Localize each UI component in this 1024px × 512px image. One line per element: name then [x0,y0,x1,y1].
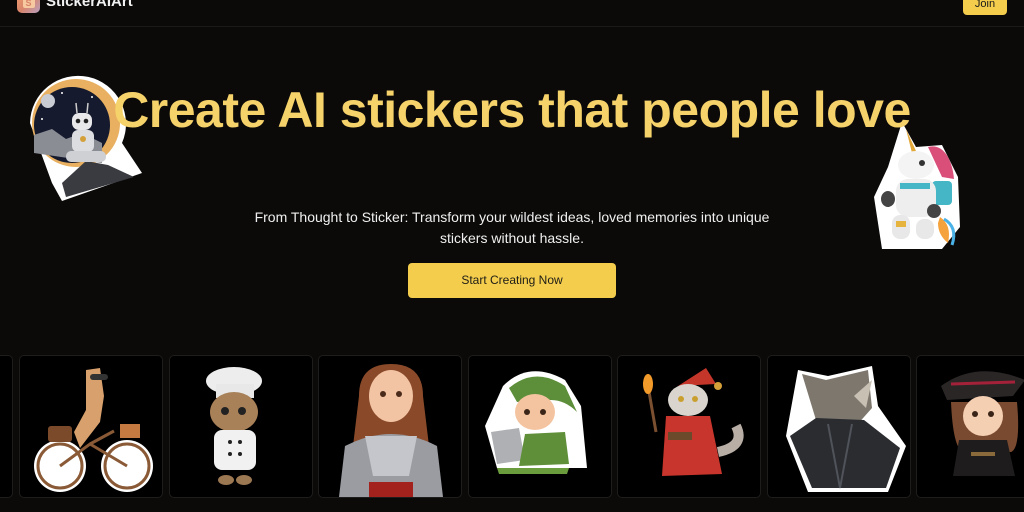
sticker-logo-icon[interactable]: S [17,0,40,13]
gallery-card[interactable] [0,355,13,498]
gallery-card-knight-woman[interactable] [318,355,462,498]
gallery-card-cat-wizard[interactable] [617,355,761,498]
hero-subtitle: From Thought to Sticker: Transform your … [254,209,770,246]
elf-laptop-sticker-icon [485,371,587,474]
gallery-card-llama[interactable] [19,355,163,498]
gallery-card-elf-laptop[interactable] [468,355,612,498]
sticker-gallery [0,355,1024,500]
gallery-card-rhino[interactable] [767,355,911,498]
brand-name[interactable]: StickerAIArt [46,0,133,10]
kitten-chef-sticker-icon [206,367,262,485]
witch-girl-sticker-icon [941,371,1024,476]
join-button[interactable]: Join [963,0,1007,15]
knight-woman-sticker-icon [339,364,443,497]
site-header: S StickerAIArt Join [0,0,1024,27]
hero-title: Create AI stickers that people love [113,82,911,138]
join-label: Join [974,0,996,10]
cat-wizard-sticker-icon [643,368,744,476]
logo-letter: S [22,0,35,8]
rhino-jacket-sticker-icon [786,366,906,492]
start-creating-button[interactable]: Start Creating Now [408,263,616,298]
gallery-card-witch[interactable] [916,355,1024,498]
gallery-card-kitten-chef[interactable] [169,355,313,498]
llama-bicycle-sticker-icon [34,368,153,492]
